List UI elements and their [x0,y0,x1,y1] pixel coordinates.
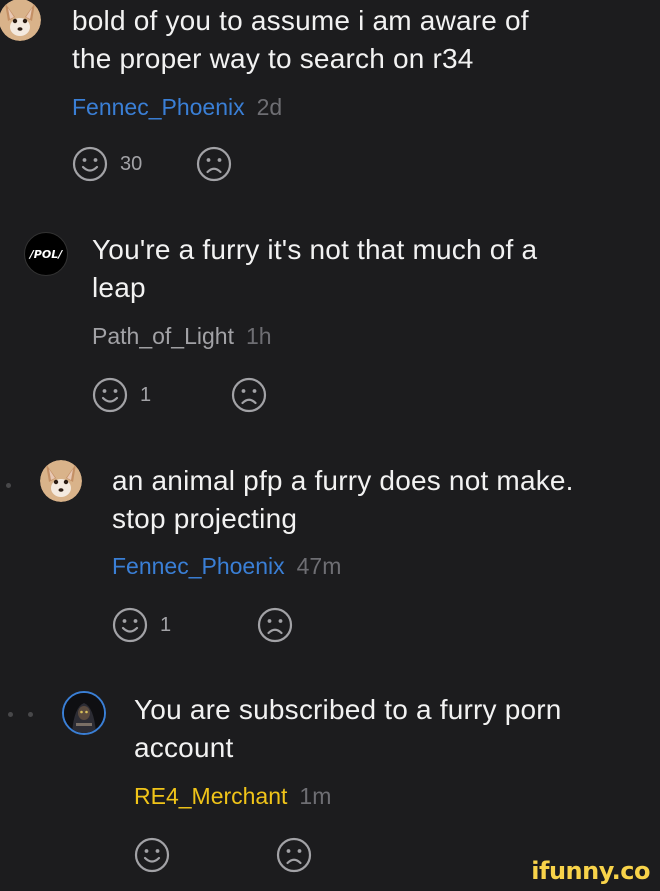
downvote-button[interactable] [231,377,267,413]
thread-depth-dot [8,712,13,717]
comment-meta: RE4_Merchant 1m [134,782,331,810]
timestamp: 1h [245,323,272,349]
downvote-button[interactable] [257,607,293,643]
smiley-face-icon [72,146,108,182]
comment-meta: Fennec_Phoenix 47m [112,552,341,580]
fennec-fox-icon [0,0,41,41]
reaction-bar [134,837,312,873]
sad-face-icon [276,837,312,873]
upvote-button[interactable] [134,837,170,873]
reaction-bar: 30 [72,146,232,182]
sad-face-icon [197,146,232,182]
smiley-face-icon [134,837,170,873]
fennec-fox-icon [40,460,82,502]
reaction-bar: 1 [112,607,293,643]
username-link[interactable]: Fennec_Phoenix [112,553,285,579]
ifunny-watermark: ifunny.co [520,857,650,885]
watermark-text: ifunny.co [531,857,650,885]
comment-text-line: leap [92,272,146,303]
upvote-count: 1 [160,613,172,636]
comment-text-line: bold of you to assume i am aware of [72,5,529,36]
thread-depth-dot [6,483,11,488]
username-link[interactable]: RE4_Merchant [134,783,287,809]
smiley-face-icon [112,607,148,643]
avatar[interactable] [40,460,82,502]
avatar[interactable] [0,0,41,41]
comment-text-line: the proper way to search on r34 [72,43,474,74]
timestamp: 2d [256,94,283,120]
timestamp: 1m [299,783,332,809]
sad-face-icon [258,607,293,643]
comment-meta: Path_of_Light 1h [92,322,272,350]
upvote-button[interactable]: 1 [92,377,151,413]
comment-text-line: account [134,732,234,763]
timestamp: 47m [296,553,342,579]
username-link[interactable]: Fennec_Phoenix [72,94,245,120]
comment-text-line: stop projecting [112,503,298,534]
comment-text-line: an animal pfp a furry does not make. [112,465,574,496]
avatar[interactable]: /POL/ [24,232,68,276]
smiley-face-icon [92,377,128,413]
pol-logo: /POL/ [29,247,63,261]
upvote-button[interactable]: 30 [72,146,142,182]
reaction-bar: 1 [92,377,267,413]
avatar[interactable] [62,691,106,735]
sad-face-icon [232,377,267,413]
upvote-count: 1 [140,383,152,406]
downvote-button[interactable] [276,837,312,873]
downvote-button[interactable] [196,146,232,182]
comment-meta: Fennec_Phoenix 2d [72,93,282,121]
username-link[interactable]: Path_of_Light [92,323,234,349]
hooded-character-icon [64,693,104,733]
comment-text-line: You're a furry it's not that much of a [92,234,538,265]
thread-depth-dot [28,712,33,717]
upvote-count: 30 [120,152,143,175]
upvote-button[interactable]: 1 [112,607,171,643]
comment-text-line: You are subscribed to a furry porn [134,694,562,725]
